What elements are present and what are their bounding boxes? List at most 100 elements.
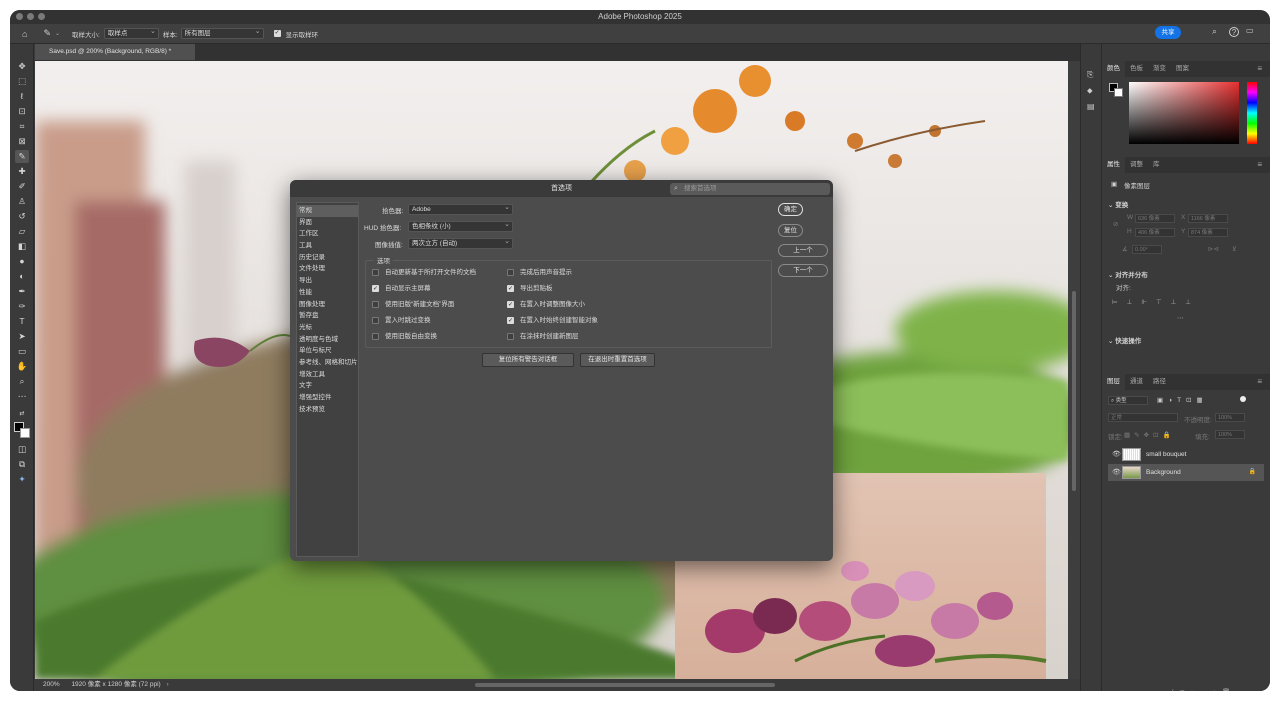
vertical-scrollbar[interactable]	[1068, 61, 1080, 679]
color-picker-select[interactable]: Adobe	[408, 203, 513, 215]
option-legacy-free-transform[interactable]: 使用旧版自由变换	[372, 333, 437, 341]
opacity-field[interactable]: 100%	[1215, 413, 1245, 422]
blur-tool-icon[interactable]: ●	[15, 255, 29, 268]
eyedropper-preset-icon[interactable]: ✎	[43, 28, 51, 39]
nav-item-tech-previews[interactable]: 技术预览	[297, 404, 358, 416]
option-new-layer-on-smudge[interactable]: 在涂抹时创建新图层	[507, 333, 579, 341]
zoom-level[interactable]: 200%	[43, 681, 60, 688]
lock-icons[interactable]: ▦✎✥⊡🔒	[1124, 431, 1175, 439]
interpolation-select[interactable]: 两次立方 (自动)	[408, 237, 513, 249]
visibility-eye-icon[interactable]: 👁	[1112, 464, 1121, 481]
home-icon[interactable]: ⌂	[22, 29, 27, 39]
swap-colors-icon[interactable]: ⇄	[15, 408, 29, 421]
option-auto-update[interactable]: 自动更新基于所打开文件的文档	[372, 269, 476, 277]
clone-stamp-tool-icon[interactable]: ♙	[15, 195, 29, 208]
minimize-window-button[interactable]	[27, 13, 34, 20]
link-icon[interactable]: ⊘	[1113, 220, 1118, 228]
option-show-home[interactable]: ✓ 自动显示主屏幕	[372, 285, 431, 293]
comments-panel-icon[interactable]: ▤	[1087, 102, 1095, 111]
tab-color[interactable]: 颜色	[1102, 61, 1125, 77]
reset-button[interactable]: 复位	[778, 224, 803, 237]
pen-alt-tool-icon[interactable]: ✑	[15, 300, 29, 313]
ok-button[interactable]: 确定	[778, 203, 803, 216]
nav-item-file-handling[interactable]: 文件处理	[297, 263, 358, 275]
tab-channels[interactable]: 通道	[1125, 374, 1148, 390]
layer-filter-icons[interactable]: ▣◑T⊡▦	[1157, 396, 1208, 404]
layer-actions-bar[interactable]: ∞ƒ◘◐▭+🗑	[1160, 688, 1236, 691]
lasso-tool-icon[interactable]: ℓ	[15, 90, 29, 103]
height-field[interactable]: 406 像素	[1135, 228, 1175, 237]
bg-swatch[interactable]	[1114, 88, 1123, 97]
share-button[interactable]: 共享	[1155, 26, 1181, 39]
eraser-tool-icon[interactable]: ▱	[15, 225, 29, 238]
layer-filter-kind[interactable]: ⌕ 类型	[1108, 396, 1148, 405]
tab-swatches[interactable]: 色板	[1125, 61, 1148, 77]
filter-toggle[interactable]	[1240, 396, 1246, 402]
brush-tool-icon[interactable]: ✐	[15, 180, 29, 193]
zoom-tool-icon[interactable]: ⌕	[15, 375, 29, 388]
align-buttons[interactable]: ⊨⊥⊩⊤⊥⊥	[1112, 298, 1200, 306]
blend-mode-select[interactable]: 正常	[1108, 413, 1178, 422]
tab-paths[interactable]: 路径	[1148, 374, 1171, 390]
angle-field[interactable]: 0.00°	[1132, 245, 1162, 254]
transform-section[interactable]: ⌄ 变换	[1108, 199, 1128, 209]
history-brush-tool-icon[interactable]: ↺	[15, 210, 29, 223]
x-field[interactable]: 1166 像素	[1188, 214, 1228, 223]
tab-properties[interactable]: 属性	[1102, 157, 1125, 173]
quick-actions-section[interactable]: ⌄ 快速操作	[1108, 335, 1141, 345]
color-field[interactable]	[1129, 82, 1239, 144]
option-resize-on-place[interactable]: ✓ 在置入时调整图像大小	[507, 301, 585, 309]
nav-item-plugins[interactable]: 增效工具	[297, 369, 358, 381]
actions-panel-icon[interactable]: ⬥	[1087, 86, 1093, 96]
nav-item-guides-grid[interactable]: 参考线、网格和切片	[297, 357, 358, 369]
nav-item-tools[interactable]: 工具	[297, 240, 358, 252]
nav-item-units-rulers[interactable]: 单位与标尺	[297, 345, 358, 357]
nav-item-cursors[interactable]: 光标	[297, 322, 358, 334]
sample-size-select[interactable]: 取样点	[103, 27, 159, 39]
help-icon[interactable]: ?	[1229, 27, 1239, 37]
generative-icon[interactable]: ✦	[15, 473, 29, 486]
close-window-button[interactable]	[16, 13, 23, 20]
nav-item-export[interactable]: 导出	[297, 275, 358, 287]
screen-mode-icon[interactable]: ⧉	[15, 458, 29, 471]
tab-patterns[interactable]: 图案	[1171, 61, 1194, 77]
nav-item-transparency[interactable]: 透明度与色域	[297, 334, 358, 346]
option-legacy-new-doc[interactable]: 使用旧版“新建文档”界面	[372, 301, 454, 309]
panel-menu-icon[interactable]: ≡	[1252, 374, 1267, 390]
fill-field[interactable]: 100%	[1215, 430, 1245, 439]
quick-mask-icon[interactable]: ◫	[15, 443, 29, 456]
nav-item-workspace[interactable]: 工作区	[297, 228, 358, 240]
preferences-search[interactable]: ⌕ 搜索首选项	[670, 183, 830, 195]
dodge-tool-icon[interactable]: ◐	[15, 270, 29, 283]
flip-vertical-icon[interactable]: ⊻	[1232, 245, 1237, 253]
history-panel-icon[interactable]: ⎘	[1087, 70, 1093, 80]
workspace-icon[interactable]: ▭	[1246, 26, 1254, 35]
background-color-swatch[interactable]	[20, 428, 30, 438]
nav-item-general[interactable]: 常规	[297, 205, 358, 217]
chevron-right-icon[interactable]: ›	[167, 681, 169, 688]
crop-tool-icon[interactable]: ⌗	[15, 120, 29, 133]
option-skip-transform[interactable]: 置入时跳过变换	[372, 317, 431, 325]
more-options-icon[interactable]: ⋯	[1177, 314, 1184, 322]
option-smart-object-on-place[interactable]: ✓ 在置入时始终创建智能对象	[507, 317, 598, 325]
option-beep-when-done[interactable]: 完成后用声音提示	[507, 269, 572, 277]
hand-tool-icon[interactable]: ✋	[15, 360, 29, 373]
prev-button[interactable]: 上一个	[778, 244, 828, 257]
gradient-tool-icon[interactable]: ◧	[15, 240, 29, 253]
healing-brush-tool-icon[interactable]: ✚	[15, 165, 29, 178]
chevron-down-icon[interactable]: ⌄	[55, 30, 60, 37]
panel-menu-icon[interactable]: ≡	[1252, 61, 1267, 77]
pen-tool-icon[interactable]: ✒	[15, 285, 29, 298]
nav-item-image-processing[interactable]: 图像处理	[297, 299, 358, 311]
object-select-tool-icon[interactable]: ⊡	[15, 105, 29, 118]
tab-libraries[interactable]: 库	[1148, 157, 1165, 173]
width-field[interactable]: 636 像素	[1135, 214, 1175, 223]
reset-on-quit-button[interactable]: 在退出时重置首选项	[580, 353, 655, 367]
tab-layers[interactable]: 图层	[1102, 374, 1125, 390]
marquee-tool-icon[interactable]: ⬚	[15, 75, 29, 88]
tab-adjustments[interactable]: 调整	[1125, 157, 1148, 173]
nav-item-scratch-disks[interactable]: 暂存盘	[297, 310, 358, 322]
rectangle-tool-icon[interactable]: ▭	[15, 345, 29, 358]
more-tools-icon[interactable]: ⋯	[15, 390, 29, 403]
align-section[interactable]: ⌄ 对齐并分布	[1108, 269, 1148, 279]
